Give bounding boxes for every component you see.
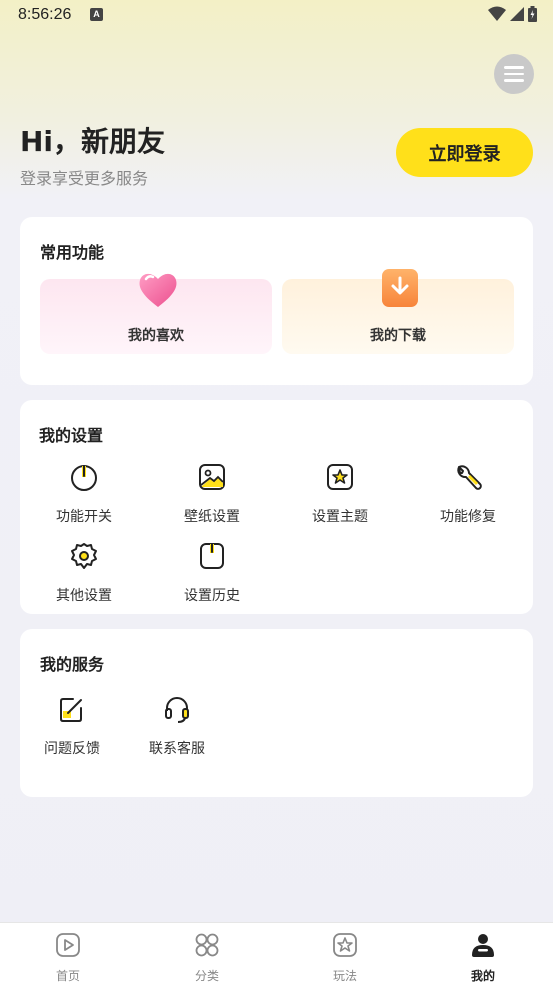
menu-button[interactable] — [494, 54, 534, 94]
other-settings-item[interactable]: 其他设置 — [20, 541, 148, 605]
notification-a-icon: A — [90, 8, 103, 21]
set-theme-label: 设置主题 — [312, 509, 368, 525]
my-services-card: 我的服务 问题反馈 联系客服 — [20, 629, 533, 797]
heart-icon — [139, 273, 177, 307]
common-functions-title: 常用功能 — [40, 243, 105, 262]
my-settings-card: 我的设置 功能开关 壁纸设置 设置主题 功能修复 其他设置 设置历史 — [20, 400, 533, 614]
greeting-subtitle: 登录享受更多服务 — [20, 169, 149, 188]
feedback-icon — [60, 698, 82, 722]
tab-home[interactable]: 首页 — [28, 931, 108, 984]
wrench-icon — [457, 465, 482, 490]
wallpaper-settings-label: 壁纸设置 — [184, 509, 240, 525]
headset-icon — [165, 697, 189, 723]
image-icon — [199, 464, 225, 490]
settings-history-label: 设置历史 — [184, 588, 240, 604]
tab-mine-label: 我的 — [470, 969, 495, 983]
feature-repair-item[interactable]: 功能修复 — [404, 462, 532, 526]
login-button[interactable]: 立即登录 — [396, 128, 533, 177]
sparkle-icon — [333, 933, 357, 957]
tab-category[interactable]: 分类 — [167, 931, 247, 984]
wifi-icon — [488, 6, 506, 21]
contact-service-label: 联系客服 — [149, 741, 205, 757]
gear-icon — [71, 543, 97, 569]
contact-service-item[interactable]: 联系客服 — [113, 694, 241, 758]
my-downloads-label: 我的下载 — [370, 328, 426, 344]
battery-icon — [528, 6, 537, 22]
wallpaper-settings-item[interactable]: 壁纸设置 — [148, 462, 276, 526]
my-favorites-tile[interactable]: 我的喜欢 — [40, 273, 272, 354]
tab-play-label: 玩法 — [332, 969, 357, 983]
bottom-tab-bar: 首页 分类 玩法 我的 — [0, 922, 553, 984]
status-time: 8:56:26 — [18, 6, 72, 23]
greeting-title: Hi，新朋友 — [20, 125, 166, 158]
settings-history-item[interactable]: 设置历史 — [148, 541, 276, 605]
history-icon — [200, 543, 224, 569]
status-bar: 8:56:26 A — [0, 0, 553, 30]
feature-switch-label: 功能开关 — [56, 509, 112, 525]
menu-icon-bar — [504, 72, 524, 76]
feature-repair-label: 功能修复 — [440, 509, 496, 525]
user-icon — [472, 934, 494, 957]
tab-play[interactable]: 玩法 — [305, 931, 385, 984]
common-functions-card: 常用功能 我的喜欢 我的下载 — [20, 217, 533, 385]
my-settings-title: 我的设置 — [39, 426, 104, 445]
play-icon — [56, 933, 80, 957]
menu-icon-bar — [504, 66, 524, 69]
other-settings-label: 其他设置 — [56, 588, 112, 604]
download-icon — [382, 269, 418, 307]
my-downloads-tile[interactable]: 我的下载 — [282, 269, 514, 354]
set-theme-item[interactable]: 设置主题 — [276, 462, 404, 526]
status-icons — [488, 6, 537, 22]
menu-icon-bar — [504, 79, 524, 82]
signal-icon — [510, 7, 524, 21]
tab-home-label: 首页 — [55, 969, 80, 983]
tab-category-label: 分类 — [194, 969, 219, 983]
my-favorites-label: 我的喜欢 — [128, 328, 184, 344]
tab-mine[interactable]: 我的 — [443, 931, 523, 984]
theme-icon — [327, 464, 353, 490]
power-icon — [71, 465, 97, 491]
my-services-title: 我的服务 — [40, 655, 105, 674]
feature-switch-item[interactable]: 功能开关 — [20, 462, 148, 526]
grid-icon — [195, 933, 219, 957]
